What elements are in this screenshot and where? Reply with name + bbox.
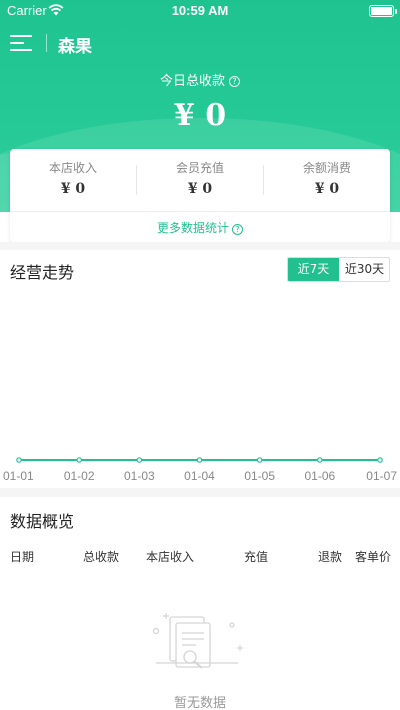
data-point[interactable]: [16, 457, 22, 463]
x-tick-label: 01-05: [244, 469, 275, 483]
menu-icon[interactable]: [10, 35, 32, 51]
column-header-store-income: 本店收入: [146, 550, 195, 564]
clock: 10:59 AM: [171, 3, 229, 18]
column-header-avg-order: 客单价: [355, 550, 392, 564]
store-name: 森果: [58, 37, 92, 57]
more-stats-link[interactable]: 更多数据统计?: [10, 219, 390, 236]
card-divider: [10, 211, 390, 212]
navbar: 森果: [0, 20, 400, 66]
x-tick-label: 01-02: [64, 469, 95, 483]
range-toggle: 近7天 近30天: [287, 257, 390, 282]
x-tick-label: 01-03: [124, 469, 155, 483]
x-tick-label: 01-07: [366, 469, 397, 483]
column-header-total: 总收款: [83, 550, 120, 564]
x-tick-label: 01-06: [304, 469, 335, 483]
stat-balance-spend: 余额消费 ¥ 0: [264, 159, 390, 197]
overview-title: 数据概览: [10, 512, 75, 531]
data-point[interactable]: [196, 457, 203, 463]
section-separator: [0, 488, 400, 497]
data-point[interactable]: [76, 457, 82, 463]
stat-value: ¥ 0: [60, 181, 86, 197]
trend-line-chart: 01-01 01-02 01-03 01-04 01-05 01-06 01-07: [3, 457, 397, 483]
stat-store-income: 本店收入 ¥ 0: [10, 159, 136, 197]
today-total-label-text: 今日总收款: [159, 74, 225, 89]
column-header-recharge: 充值: [244, 550, 269, 564]
column-header-refund: 退款: [318, 550, 343, 564]
status-bar: Carrier 10:59 AM: [0, 0, 400, 20]
stat-label: 余额消费: [302, 161, 351, 175]
today-total-label: 今日总收款?: [0, 70, 400, 89]
empty-data-icon: [152, 613, 243, 669]
more-stats-label: 更多数据统计: [156, 221, 229, 235]
stat-label: 会员充值: [175, 161, 224, 175]
x-tick-label: 01-01: [3, 469, 34, 483]
nav-divider: [46, 34, 47, 52]
data-point[interactable]: [136, 457, 143, 463]
range-7-days-button[interactable]: 近7天: [288, 258, 339, 281]
stat-value: ¥ 0: [314, 181, 340, 197]
section-separator: [0, 242, 400, 250]
range-30-days-button[interactable]: 近30天: [339, 258, 389, 281]
empty-data-text: 暂无数据: [173, 696, 226, 710]
data-point[interactable]: [317, 457, 323, 463]
battery-icon: [369, 5, 397, 17]
summary-card: 本店收入 ¥ 0 会员充值 ¥ 0 余额消费 ¥ 0 更多数据统计?: [10, 149, 390, 242]
stat-member-recharge: 会员充值 ¥ 0: [137, 159, 263, 197]
data-point[interactable]: [377, 457, 383, 463]
stat-value: ¥ 0: [187, 181, 213, 197]
column-header-date: 日期: [10, 550, 35, 564]
today-total-amount: ¥ 0: [173, 98, 227, 133]
question-icon[interactable]: ?: [232, 224, 243, 235]
x-tick-label: 01-04: [184, 469, 215, 483]
trend-title: 经营走势: [10, 263, 75, 282]
question-icon[interactable]: ?: [229, 76, 240, 87]
data-point[interactable]: [256, 457, 263, 463]
stat-label: 本店收入: [48, 161, 97, 175]
